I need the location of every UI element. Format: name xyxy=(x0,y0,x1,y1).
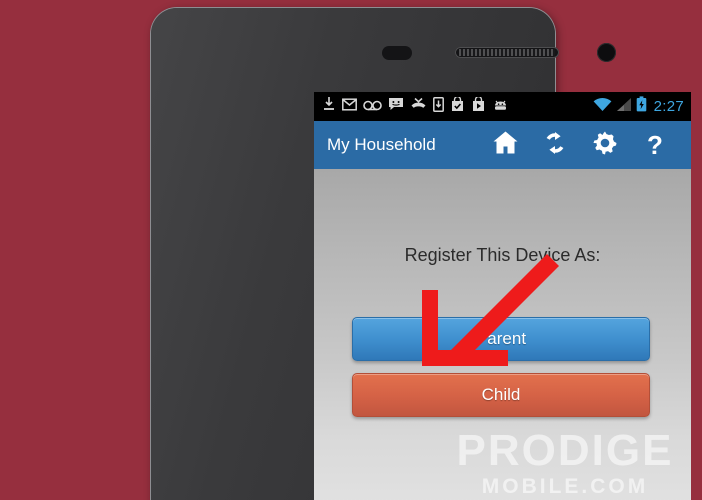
status-bar-notification-icons xyxy=(322,95,593,117)
child-button[interactable]: Child xyxy=(352,373,650,417)
missed-call-icon xyxy=(410,97,427,116)
status-bar-system-icons: 2:27 xyxy=(593,96,684,117)
app-bar: My Household ? xyxy=(314,121,691,169)
message-icon xyxy=(388,97,404,116)
main-content: Register This Device As: Parent Child xyxy=(314,169,691,500)
child-button-label: Child xyxy=(481,385,521,404)
status-bar-clock: 2:27 xyxy=(653,98,684,115)
wifi-icon xyxy=(593,97,612,117)
phone-screen: 2:27 My Household ? Register This Device… xyxy=(314,92,691,500)
home-button[interactable] xyxy=(491,131,519,159)
device-download-icon xyxy=(433,96,444,117)
sync-icon xyxy=(542,130,568,161)
help-icon: ? xyxy=(647,130,663,160)
cellular-signal-icon xyxy=(616,97,632,117)
home-icon xyxy=(492,130,519,160)
page-title: Register This Device As: xyxy=(404,245,601,265)
earpiece-speaker-icon xyxy=(455,47,559,58)
voicemail-icon xyxy=(363,98,382,116)
status-bar: 2:27 xyxy=(314,92,691,121)
battery-charging-icon xyxy=(636,96,647,117)
speaker-mesh xyxy=(459,49,555,56)
gmail-icon xyxy=(342,97,357,116)
help-button[interactable]: ? xyxy=(641,131,669,159)
settings-gear-icon xyxy=(592,130,618,161)
play-store-check-icon xyxy=(450,95,465,117)
parent-button[interactable]: Parent xyxy=(352,317,650,361)
front-camera-icon xyxy=(597,43,616,62)
parent-button-label: Parent xyxy=(475,329,527,348)
app-bar-actions: ? xyxy=(491,131,691,159)
settings-button[interactable] xyxy=(591,131,619,159)
proximity-sensor-icon xyxy=(382,46,412,60)
sync-button[interactable] xyxy=(541,131,569,159)
download-icon xyxy=(322,96,336,117)
play-store-icon xyxy=(471,95,486,117)
screenshot-scene: 2:27 My Household ? Register This Device… xyxy=(0,0,702,500)
app-title: My Household xyxy=(327,135,436,154)
smartphone-device: 2:27 My Household ? Register This Device… xyxy=(151,8,691,500)
android-icon xyxy=(492,98,509,116)
